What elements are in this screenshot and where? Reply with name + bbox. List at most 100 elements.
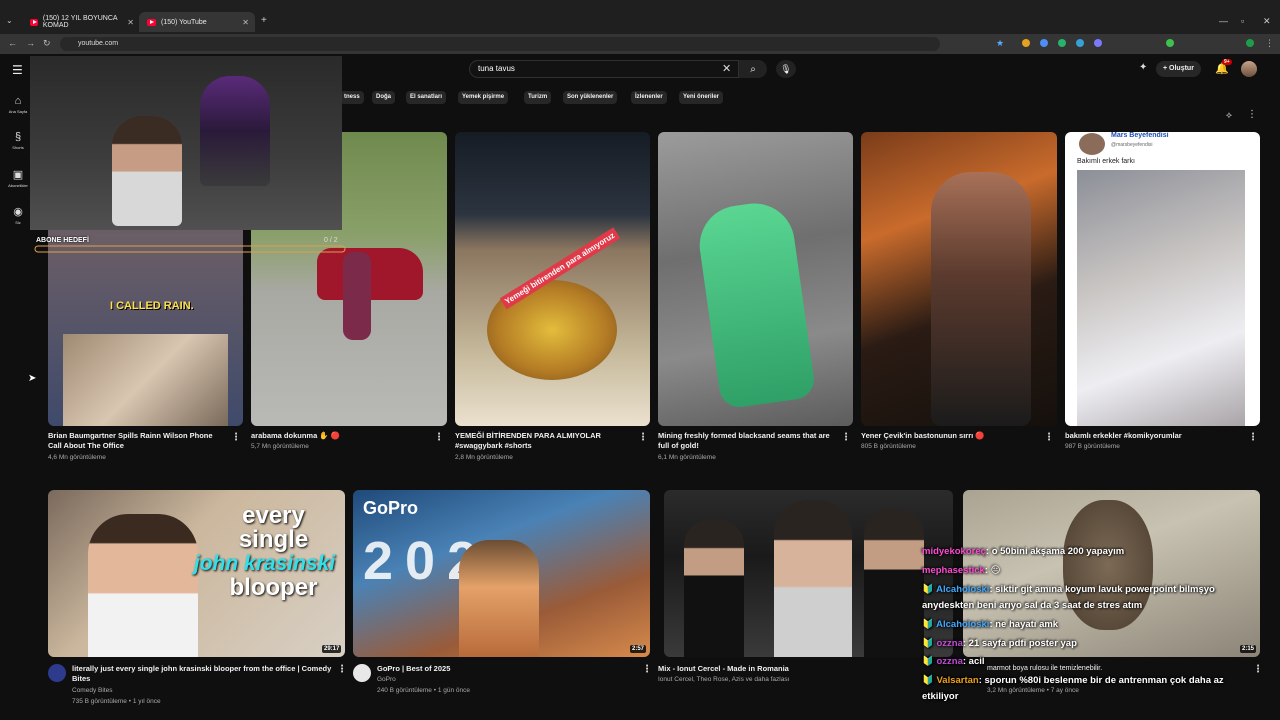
browser-tab-2[interactable]: (150) YouTube ✕ xyxy=(139,12,255,32)
chip-nature[interactable]: Doğa xyxy=(372,91,395,104)
sidebar-item-shorts[interactable]: § Shorts xyxy=(4,131,32,150)
duration-badge: 2:15 xyxy=(1240,645,1257,653)
avatar[interactable] xyxy=(1241,61,1257,77)
short-title[interactable]: Mining freshly formed blacksand seams th… xyxy=(658,431,836,451)
short-views: 6,1 Mn görüntüleme xyxy=(658,454,716,461)
profile-avatar[interactable] xyxy=(1246,39,1254,47)
more-options-icon[interactable]: ⋮ xyxy=(841,432,851,443)
maximize-icon[interactable]: ▫ xyxy=(1241,16,1244,26)
chip-fitness[interactable]: tness xyxy=(340,91,364,104)
chat-username: Alcaholoski xyxy=(936,619,990,630)
gopro-logo: GoPro xyxy=(363,498,419,518)
more-options-icon[interactable]: ⋮ xyxy=(1247,109,1257,120)
browser-toolbar: ← → ↻ youtube.com ★ ⋮ xyxy=(0,34,1280,54)
thumbnail-word: every xyxy=(242,502,305,529)
video-thumbnail[interactable] xyxy=(963,490,1260,657)
chip-crafts[interactable]: El sanatları xyxy=(406,91,447,104)
duration-badge: 29:17 xyxy=(322,645,342,653)
more-options-icon[interactable]: ⋮ xyxy=(337,664,347,675)
more-options-icon[interactable]: ⋮ xyxy=(638,432,648,443)
short-title[interactable]: bakımlı erkekler #komikyorumlar xyxy=(1065,431,1240,441)
more-options-icon[interactable]: ⋮ xyxy=(642,664,652,675)
short-title[interactable]: YEMEĞİ BİTİRENDEN PARA ALMIYOLAR #swaggy… xyxy=(455,431,630,451)
tab-search-icon[interactable]: ⌄ xyxy=(6,16,13,25)
chat-message: 🔰 ozzna: 21 sayfa pdfi poster yap xyxy=(922,638,1077,649)
chip-new-to-you[interactable]: Yeni öneriler xyxy=(679,91,724,104)
menu-icon[interactable]: ☰ xyxy=(12,63,23,77)
extension-icon[interactable] xyxy=(1166,39,1174,47)
chip-watched[interactable]: İzlenenler xyxy=(631,91,667,104)
search-button[interactable]: ⌕ xyxy=(739,60,767,78)
chat-message: 🔰 Alcaholoski: ne hayatı amk xyxy=(922,619,1059,630)
more-options-icon[interactable]: ⋮ xyxy=(231,432,241,443)
short-thumbnail[interactable]: Mars Beyefendisi @marsbeyefendisi Bakıml… xyxy=(1065,132,1260,426)
extension-icon[interactable] xyxy=(1076,39,1084,47)
thumbnail-word: blooper xyxy=(229,574,318,601)
chat-text: : sporun %80i beslenme bir de antrenman … xyxy=(978,675,1224,686)
more-options-icon[interactable]: ⋮ xyxy=(1248,432,1258,443)
browser-tab-bar: ⌄ (150) 12 YIL BOYUNCA KOMAD ✕ (150) You… xyxy=(0,0,1280,34)
channel-name[interactable]: Comedy Bites xyxy=(72,686,112,696)
browser-tab-1[interactable]: (150) 12 YIL BOYUNCA KOMAD ✕ xyxy=(22,12,140,32)
thumbnail-text: every single john krasinski blooper xyxy=(194,502,341,601)
video-thumbnail[interactable]: GoPro 2025 xyxy=(353,490,650,657)
more-options-icon[interactable]: ⋮ xyxy=(1253,664,1263,675)
chip-tourism[interactable]: Turizm xyxy=(524,91,552,104)
extension-icon[interactable] xyxy=(1022,39,1030,47)
thumbnail-word: single xyxy=(238,526,309,553)
more-options-icon[interactable]: ⋮ xyxy=(434,432,444,443)
clear-search-icon[interactable]: ✕ xyxy=(722,62,731,75)
video-title[interactable]: literally just every single john krasins… xyxy=(72,664,334,684)
more-options-icon[interactable]: ⋮ xyxy=(1044,432,1054,443)
short-thumbnail[interactable] xyxy=(658,132,853,426)
search-input[interactable]: tuna tavus xyxy=(469,60,739,78)
cast-icon[interactable]: ✦ xyxy=(1139,62,1147,73)
address-bar[interactable]: youtube.com xyxy=(60,37,940,51)
browser-menu-icon[interactable]: ⋮ xyxy=(1265,38,1274,49)
thumbnail-caption: I CALLED RAIN. xyxy=(110,300,194,312)
video-thumbnail[interactable]: every single john krasinski blooper xyxy=(48,490,345,657)
short-title[interactable]: Brian Baumgartner Spills Rainn Wilson Ph… xyxy=(48,431,223,451)
short-title[interactable]: Yener Çevik'in bastonunun sırrı 🔴 xyxy=(861,431,1036,441)
tweet-handle: @marsbeyefendisi xyxy=(1111,142,1153,148)
chip-cooking[interactable]: Yemek pişirme xyxy=(458,91,509,104)
sidebar-item-you[interactable]: ◉ Siz xyxy=(4,205,32,225)
video-title[interactable]: GoPro | Best of 2025 xyxy=(377,664,632,674)
short-title[interactable]: arabama dokunma ✋ 🔴 xyxy=(251,431,426,441)
create-button[interactable]: + Oluştur xyxy=(1156,61,1201,77)
reload-icon[interactable]: ↻ xyxy=(43,38,51,49)
goal-label: ABONE HEDEFİ xyxy=(36,237,89,244)
short-thumbnail[interactable]: Yemeği bitirenden para almıyoruz xyxy=(455,132,650,426)
extension-icon[interactable] xyxy=(1040,39,1048,47)
close-tab-icon[interactable]: ✕ xyxy=(127,18,134,27)
chat-username: Alcaholoski xyxy=(936,584,990,595)
video-title[interactable]: Mix - Ionut Cercel - Made in Romania xyxy=(658,664,918,674)
new-tab-button[interactable]: + xyxy=(261,15,267,26)
channel-name[interactable]: Ionut Cercel, Theo Rose, Azis ve daha fa… xyxy=(658,675,789,685)
figure-shape xyxy=(200,76,270,186)
video-title[interactable]: marmot boya rulosu ile temizlenebilir. xyxy=(987,664,1237,674)
channel-avatar[interactable] xyxy=(48,664,66,682)
channel-name[interactable]: GoPro xyxy=(377,675,396,685)
voice-search-button[interactable]: 🎙 xyxy=(776,60,796,78)
video-thumbnail[interactable] xyxy=(664,490,953,657)
avatar xyxy=(1079,133,1105,155)
close-tab-icon[interactable]: ✕ xyxy=(242,18,249,27)
sidebar-item-home[interactable]: ⌂ Ana Sayfa xyxy=(4,95,32,114)
forward-icon[interactable]: → xyxy=(26,38,35,48)
chat-message: 🔰 ozzna: acil xyxy=(922,656,985,667)
goal-count: 0 / 2 xyxy=(324,237,338,244)
bookmark-star-icon[interactable]: ★ xyxy=(996,38,1004,49)
short-views: 805 B görüntüleme xyxy=(861,443,916,450)
chip-recently-uploaded[interactable]: Son yüklenenler xyxy=(563,91,618,104)
short-views: 4,6 Mn görüntüleme xyxy=(48,454,106,461)
extension-icon[interactable] xyxy=(1094,39,1102,47)
minimize-icon[interactable]: — xyxy=(1219,16,1228,26)
extension-icon[interactable] xyxy=(1058,39,1066,47)
close-window-icon[interactable]: ✕ xyxy=(1263,16,1271,27)
create-label: Oluştur xyxy=(1169,65,1194,72)
back-icon[interactable]: ← xyxy=(8,38,17,48)
sidebar-item-subscriptions[interactable]: ▣ Abonelikler xyxy=(4,168,32,188)
channel-avatar[interactable] xyxy=(353,664,371,682)
short-thumbnail[interactable] xyxy=(861,132,1057,426)
